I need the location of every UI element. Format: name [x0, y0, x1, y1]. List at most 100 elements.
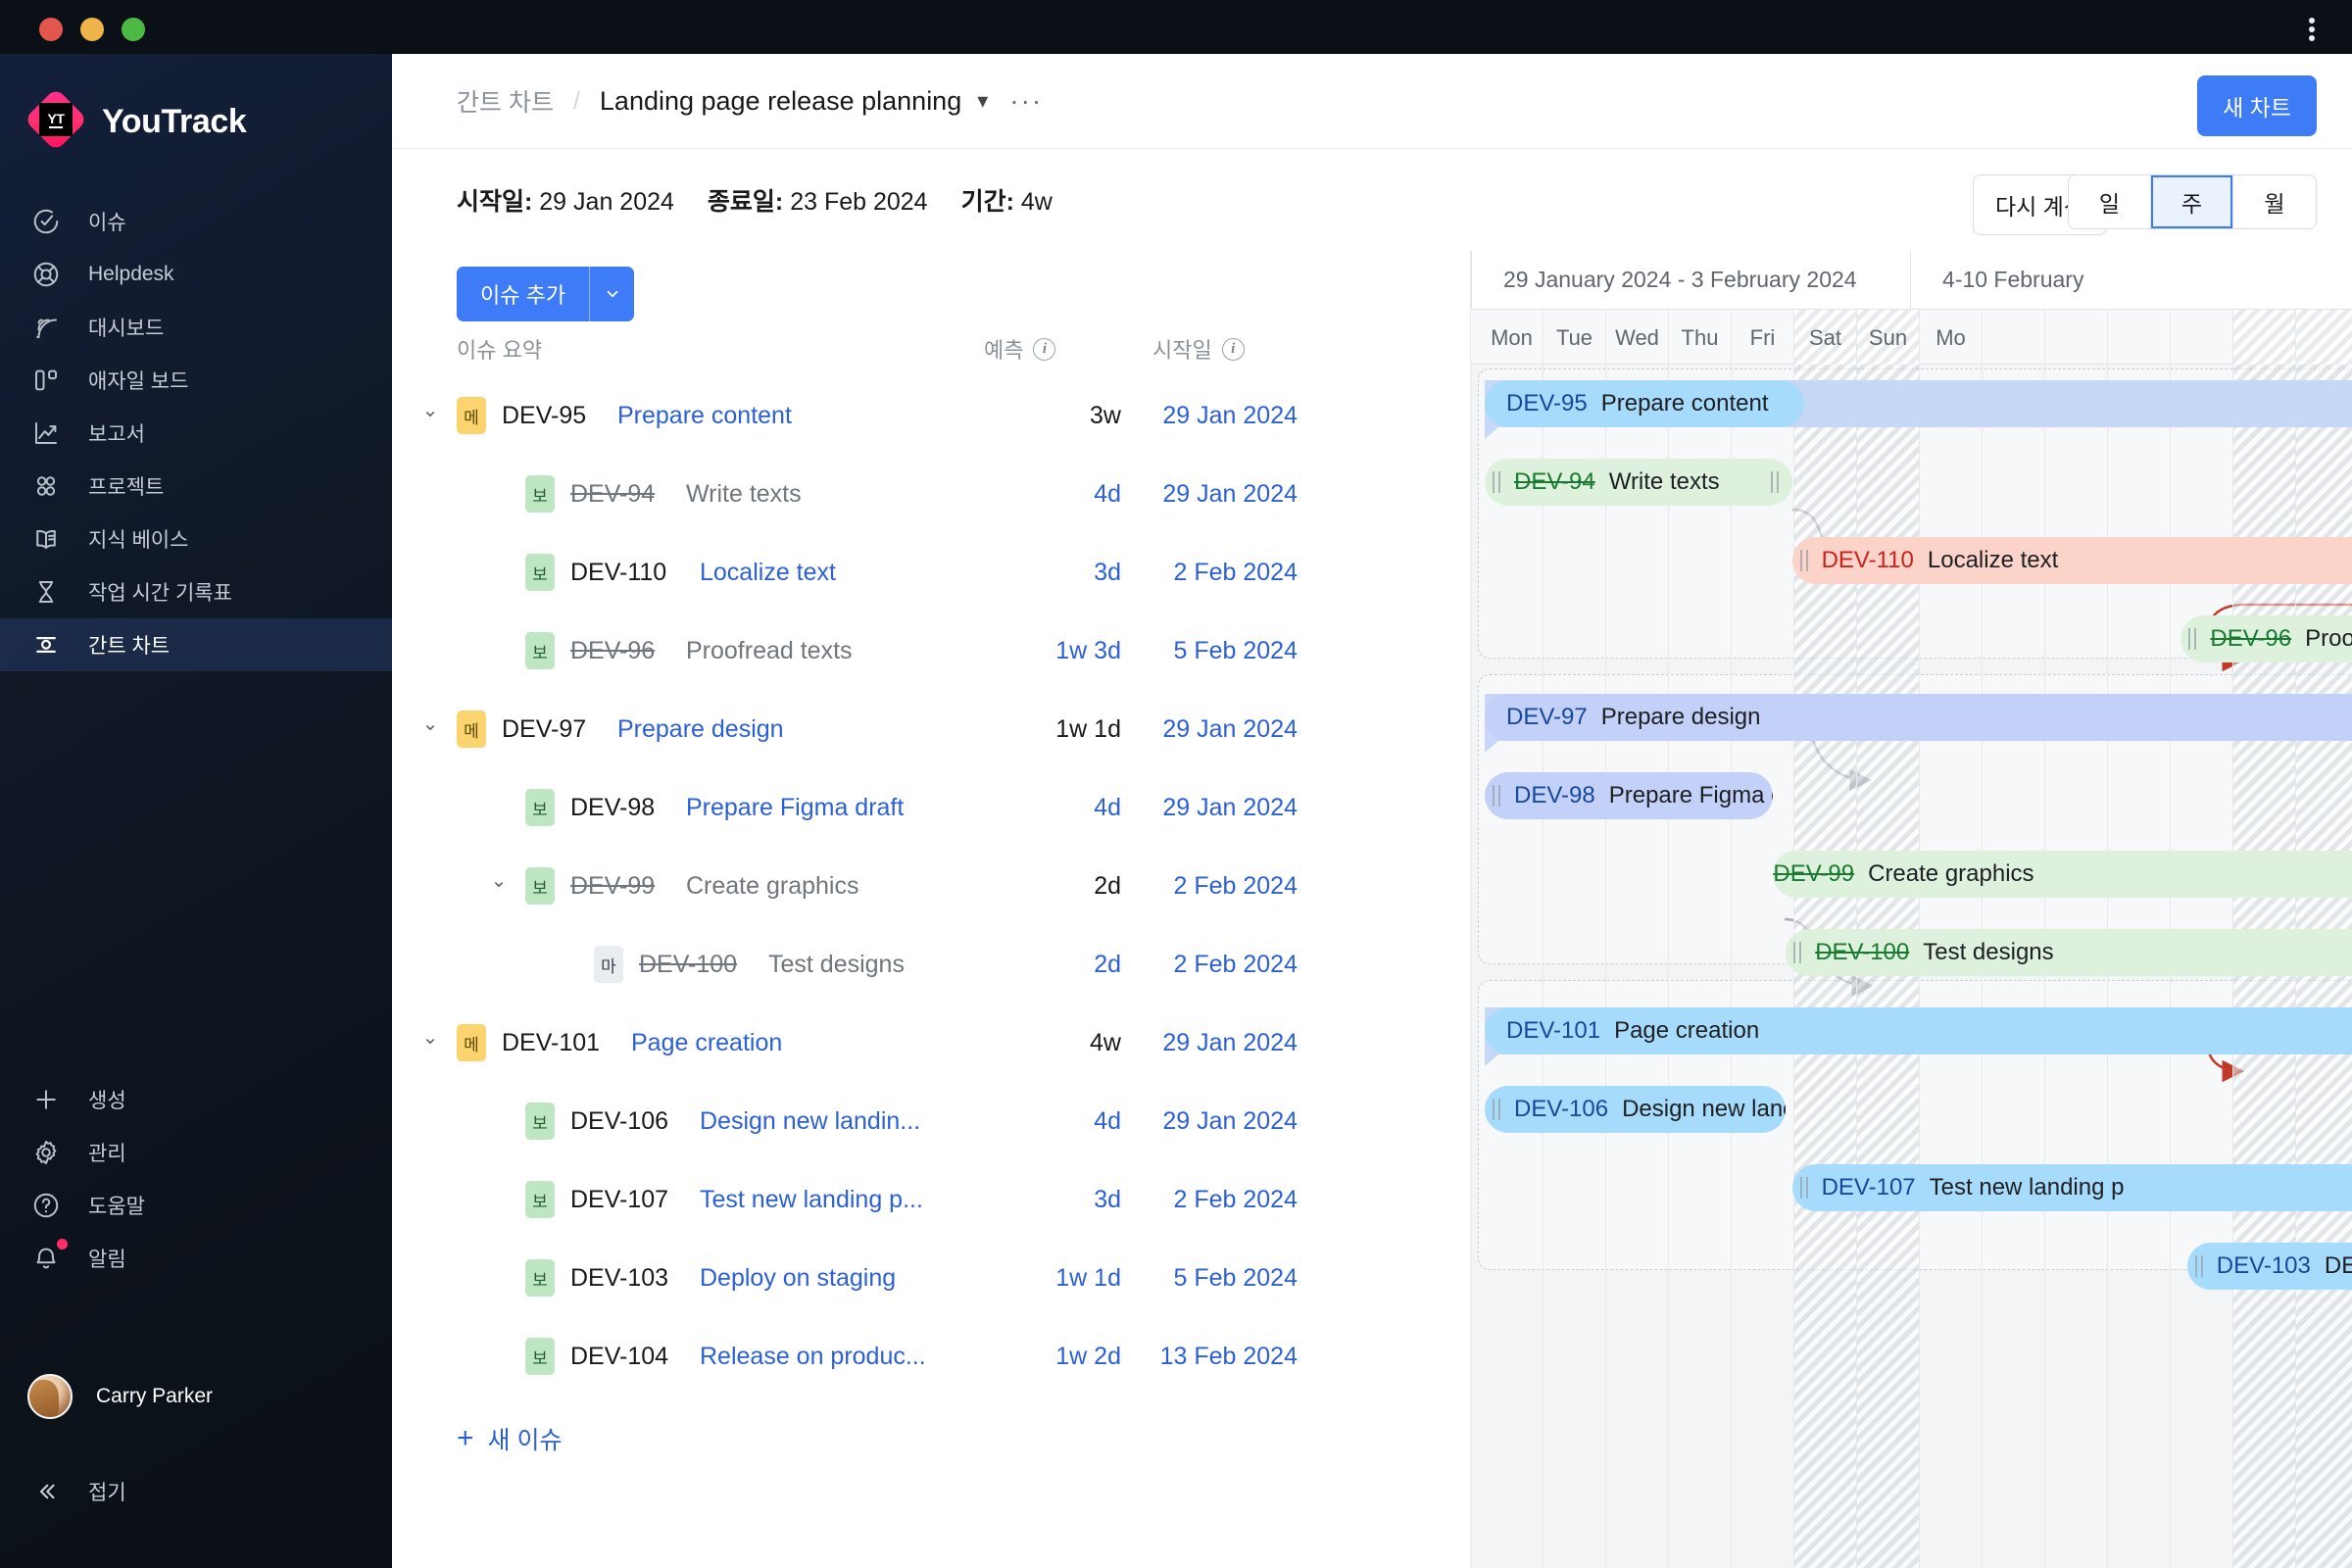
- window-close-button[interactable]: [39, 18, 63, 41]
- issue-estimate[interactable]: 2d: [1094, 872, 1121, 901]
- issue-id[interactable]: DEV-97: [502, 715, 586, 744]
- issue-start-date[interactable]: 29 Jan 2024: [1162, 402, 1298, 430]
- table-row[interactable]: ⌄ 메 DEV-95 Prepare content 3w 29 Jan 2024: [392, 376, 1470, 455]
- gantt-bar[interactable]: DEV-94 Write texts: [1485, 459, 1792, 506]
- issue-id[interactable]: DEV-107: [570, 1186, 668, 1214]
- issue-start-date[interactable]: 2 Feb 2024: [1174, 1186, 1298, 1214]
- row-expand-chevron-icon[interactable]: ⌄: [417, 398, 443, 422]
- issue-id[interactable]: DEV-94: [570, 480, 655, 509]
- breadcrumb-root[interactable]: 간트 차트: [457, 83, 554, 119]
- sidebar-item-애자일-보드[interactable]: 애자일 보드: [0, 354, 392, 407]
- issue-title[interactable]: Design new landin...: [700, 1107, 920, 1136]
- issue-estimate[interactable]: 1w 3d: [1055, 637, 1121, 665]
- scale-option-0[interactable]: 일: [2069, 175, 2151, 228]
- sidebar-item-작업-시간-기록표[interactable]: 작업 시간 기록표: [0, 565, 392, 618]
- row-expand-chevron-icon[interactable]: ⌄: [417, 711, 443, 736]
- gantt-bar-resize-handle[interactable]: [2188, 628, 2203, 650]
- scale-option-2[interactable]: 월: [2233, 175, 2316, 228]
- gantt-bar-resize-handle[interactable]: [1770, 471, 1785, 493]
- ellipsis-icon[interactable]: ···: [1009, 87, 1043, 115]
- table-row[interactable]: 보 DEV-94 Write texts 4d 29 Jan 2024: [392, 455, 1470, 533]
- new-chart-button[interactable]: 새 차트: [2197, 75, 2317, 136]
- gantt-bar[interactable]: DEV-101 Page creation: [1485, 1007, 2352, 1054]
- gantt-bar-resize-handle[interactable]: [1793, 942, 1808, 963]
- sidebar-item-알림[interactable]: 알림: [0, 1232, 392, 1285]
- issue-id[interactable]: DEV-101: [502, 1029, 600, 1057]
- gantt-bar[interactable]: DEV-106 Design new landi...: [1485, 1086, 1787, 1133]
- issue-estimate[interactable]: 4d: [1094, 480, 1121, 509]
- issue-start-date[interactable]: 5 Feb 2024: [1174, 637, 1298, 665]
- sidebar-item-도움말[interactable]: 도움말: [0, 1179, 392, 1232]
- row-expand-chevron-icon[interactable]: ⌄: [417, 1025, 443, 1050]
- sidebar-collapse-button[interactable]: 접기: [0, 1465, 392, 1518]
- table-row[interactable]: 보 DEV-96 Proofread texts 1w 3d 5 Feb 2024: [392, 612, 1470, 690]
- gantt-bar[interactable]: DEV-97 Prepare design: [1485, 694, 2352, 741]
- issue-estimate[interactable]: 1w 1d: [1055, 715, 1121, 744]
- issue-id[interactable]: DEV-99: [570, 872, 655, 901]
- sidebar-item-이슈[interactable]: 이슈: [0, 195, 392, 248]
- issue-start-date[interactable]: 2 Feb 2024: [1174, 951, 1298, 979]
- scale-option-1[interactable]: 주: [2151, 175, 2233, 228]
- issue-start-date[interactable]: 13 Feb 2024: [1160, 1343, 1298, 1371]
- gantt-bar[interactable]: DEV-110 Localize text: [1791, 537, 2352, 584]
- gantt-bar-resize-handle[interactable]: [2194, 1255, 2209, 1277]
- issue-start-date[interactable]: 29 Jan 2024: [1162, 1029, 1298, 1057]
- issue-estimate[interactable]: 2d: [1094, 951, 1121, 979]
- table-row[interactable]: ⌄ 보 DEV-99 Create graphics 2d 2 Feb 2024: [392, 847, 1470, 925]
- issue-title[interactable]: Test new landing p...: [700, 1186, 923, 1214]
- gantt-bar[interactable]: DEV-103 DE: [2186, 1243, 2352, 1290]
- issue-id[interactable]: DEV-100: [639, 951, 737, 979]
- table-row[interactable]: 보 DEV-98 Prepare Figma draft 4d 29 Jan 2024: [392, 768, 1470, 847]
- issue-estimate[interactable]: 4d: [1094, 794, 1121, 822]
- gantt-bar-resize-handle[interactable]: [1493, 785, 1506, 807]
- gantt-bar-resize-handle[interactable]: [1493, 1099, 1506, 1120]
- sidebar-item-대시보드[interactable]: 대시보드: [0, 301, 392, 354]
- issue-title[interactable]: Prepare design: [617, 715, 784, 744]
- table-row[interactable]: 보 DEV-106 Design new landin... 4d 29 Jan 202…: [392, 1082, 1470, 1160]
- gantt-bar[interactable]: DEV-96 Proofread texts: [2180, 615, 2352, 662]
- info-icon[interactable]: i: [1033, 337, 1056, 361]
- issue-title[interactable]: Page creation: [631, 1029, 782, 1057]
- window-minimize-button[interactable]: [80, 18, 104, 41]
- issue-title[interactable]: Write texts: [686, 480, 802, 509]
- chevron-down-icon[interactable]: ▾: [977, 88, 988, 114]
- window-maximize-button[interactable]: [122, 18, 145, 41]
- issue-id[interactable]: DEV-103: [570, 1264, 668, 1293]
- add-issue-button[interactable]: 이슈 추가: [457, 267, 590, 321]
- sidebar-item-관리[interactable]: 관리: [0, 1126, 392, 1179]
- issue-start-date[interactable]: 29 Jan 2024: [1162, 715, 1298, 744]
- issue-id[interactable]: DEV-98: [570, 794, 655, 822]
- table-row[interactable]: 보 DEV-104 Release on produc... 1w 2d 13 Feb …: [392, 1317, 1470, 1396]
- issue-start-date[interactable]: 2 Feb 2024: [1174, 559, 1298, 587]
- issue-estimate[interactable]: 1w 2d: [1055, 1343, 1121, 1371]
- page-title[interactable]: Landing page release planning: [600, 86, 961, 117]
- gantt-bar[interactable]: DEV-95 Prepare content: [1485, 380, 1805, 427]
- row-expand-chevron-icon[interactable]: ⌄: [486, 868, 512, 893]
- info-icon[interactable]: i: [1221, 337, 1245, 361]
- sidebar-item-Helpdesk[interactable]: Helpdesk: [0, 248, 392, 301]
- gantt-bar[interactable]: DEV-107 Test new landing p: [1791, 1164, 2352, 1211]
- kebab-menu-icon[interactable]: [2299, 15, 2325, 44]
- sidebar-item-보고서[interactable]: 보고서: [0, 407, 392, 460]
- gantt-bar[interactable]: DEV-100 Test designs: [1786, 929, 2352, 976]
- gantt-bar-resize-handle[interactable]: [1799, 1177, 1814, 1199]
- table-row[interactable]: 보 DEV-107 Test new landing p... 3d 2 Feb 202…: [392, 1160, 1470, 1239]
- issue-estimate[interactable]: 4w: [1090, 1029, 1121, 1057]
- gantt-bar-resize-handle[interactable]: [1799, 550, 1814, 571]
- column-header-start-date[interactable]: 시작일 i: [1152, 333, 1245, 365]
- issue-title[interactable]: Proofread texts: [686, 637, 853, 665]
- issue-title[interactable]: Prepare content: [617, 402, 792, 430]
- sidebar-item-간트-차트[interactable]: 간트 차트: [0, 618, 392, 671]
- sidebar-item-프로젝트[interactable]: 프로젝트: [0, 460, 392, 513]
- table-row[interactable]: ⌄ 메 DEV-101 Page creation 4w 29 Jan 2024: [392, 1004, 1470, 1082]
- issue-id[interactable]: DEV-106: [570, 1107, 668, 1136]
- column-header-estimate[interactable]: 예측 i: [984, 333, 1056, 365]
- issue-title[interactable]: Prepare Figma draft: [686, 794, 904, 822]
- issue-id[interactable]: DEV-95: [502, 402, 586, 430]
- issue-estimate[interactable]: 4d: [1094, 1107, 1121, 1136]
- table-row[interactable]: ⌄ 메 DEV-97 Prepare design 1w 1d 29 Jan 2024: [392, 690, 1470, 768]
- issue-id[interactable]: DEV-104: [570, 1343, 668, 1371]
- gantt-chart-pane[interactable]: 29 January 2024 - 3 February 2024 4-10 Fe…: [1470, 251, 2352, 1568]
- issue-start-date[interactable]: 29 Jan 2024: [1162, 1107, 1298, 1136]
- add-issue-dropdown-button[interactable]: [589, 267, 635, 321]
